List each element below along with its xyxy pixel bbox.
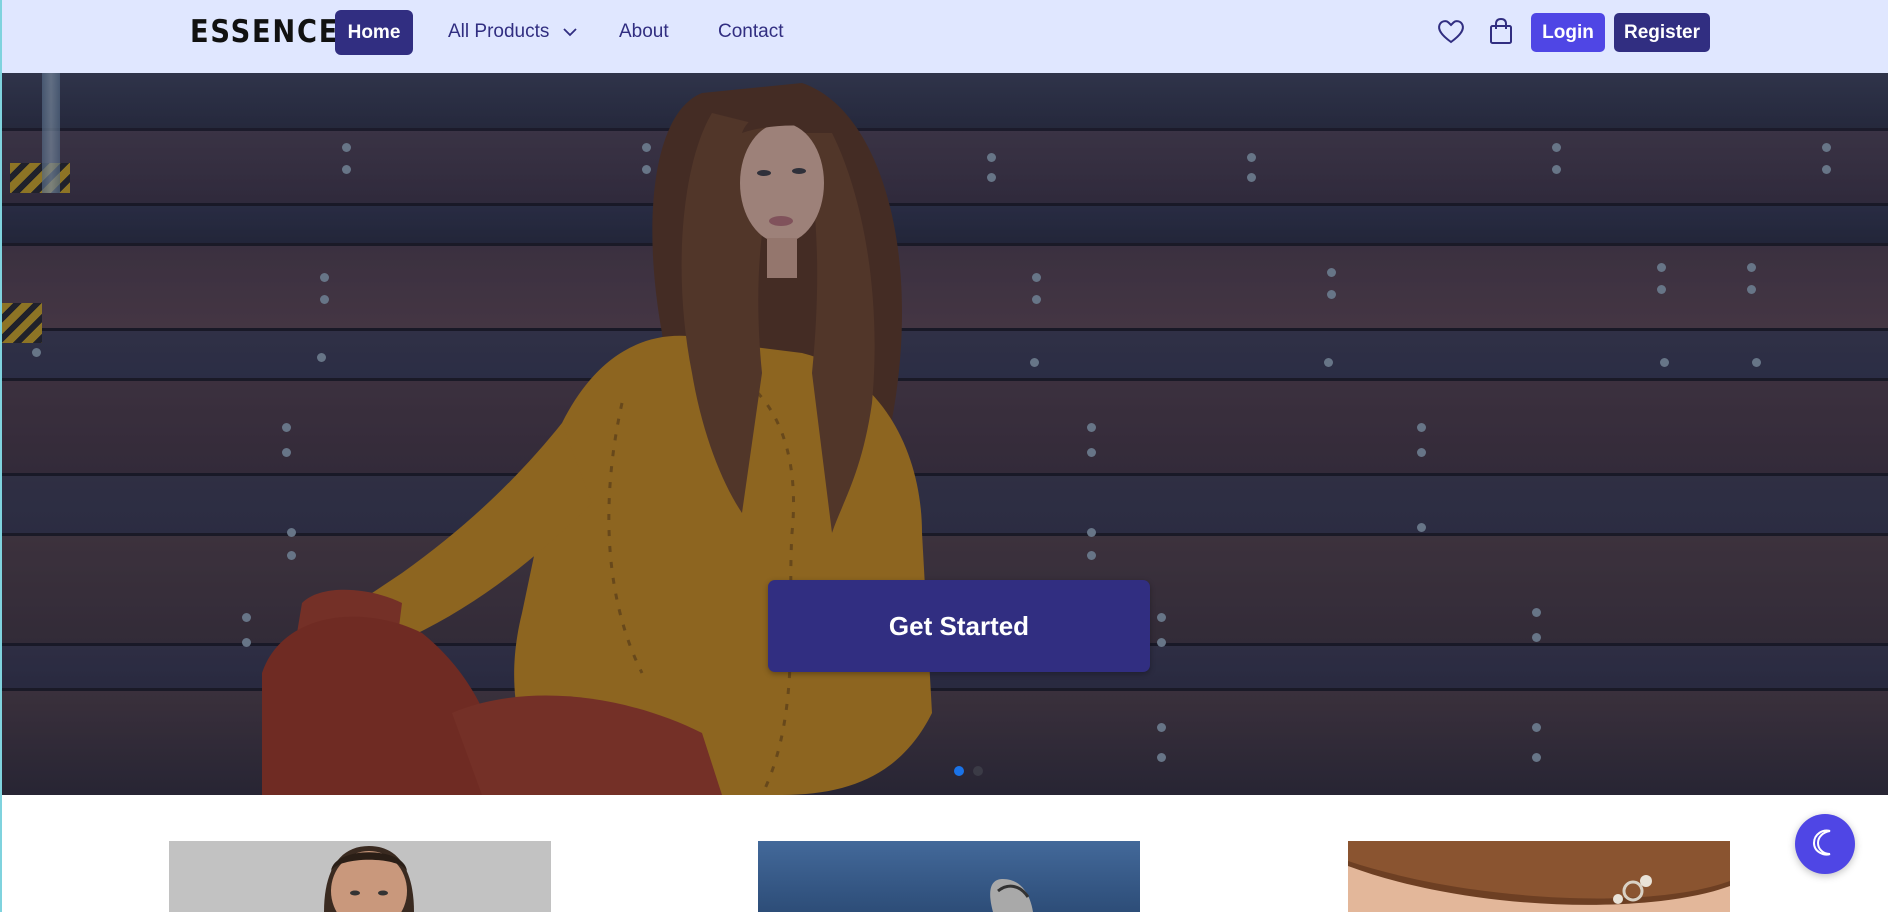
navbar: ESSENCE Home All Products About Contact … — [2, 0, 1888, 73]
nav-about-link[interactable]: About — [619, 21, 669, 43]
carousel-dot-1[interactable] — [954, 766, 964, 776]
get-started-button[interactable]: Get Started — [768, 580, 1150, 672]
product-card-1[interactable] — [169, 841, 551, 912]
chevron-down-icon — [563, 21, 577, 43]
login-button[interactable]: Login — [1531, 13, 1605, 52]
product-image-sneaker — [758, 841, 1140, 912]
moon-icon — [1810, 827, 1840, 862]
nav-products-dropdown[interactable]: All Products — [448, 21, 577, 43]
shopping-bag-icon[interactable] — [1486, 16, 1516, 46]
nav-contact-link[interactable]: Contact — [718, 21, 783, 43]
product-card-2[interactable] — [758, 841, 1140, 912]
hero-carousel: Get Started — [2, 73, 1888, 795]
theme-toggle-button[interactable] — [1795, 814, 1855, 874]
brand-logo[interactable]: ESSENCE — [190, 14, 339, 50]
hero-overlay — [2, 73, 1888, 795]
product-card-3[interactable] — [1348, 841, 1730, 912]
nav-products-label: All Products — [448, 21, 550, 43]
register-button[interactable]: Register — [1614, 13, 1710, 52]
nav-home-link[interactable]: Home — [335, 10, 413, 55]
product-image-bracelet — [1348, 841, 1730, 912]
carousel-dot-2[interactable] — [973, 766, 983, 776]
heart-icon[interactable] — [1436, 16, 1466, 46]
product-image-man — [169, 841, 551, 912]
